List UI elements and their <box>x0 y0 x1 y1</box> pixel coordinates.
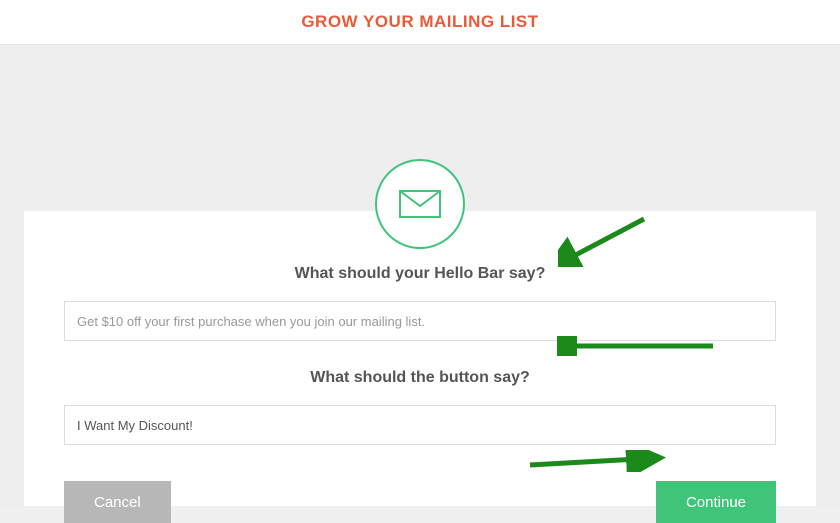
form-card: What should your Hello Bar say? What sho… <box>24 211 816 506</box>
field-group-message: What should your Hello Bar say? <box>64 265 776 341</box>
message-question-label: What should your Hello Bar say? <box>64 265 776 283</box>
button-row: Cancel Continue <box>64 481 776 523</box>
page-title: GROW YOUR MAILING LIST <box>301 12 538 32</box>
button-text-input[interactable] <box>64 405 776 445</box>
continue-button[interactable]: Continue <box>656 481 776 523</box>
button-text-question-label: What should the button say? <box>64 369 776 387</box>
cancel-button[interactable]: Cancel <box>64 481 171 523</box>
field-group-button-text: What should the button say? <box>64 369 776 445</box>
goal-icon-circle <box>375 159 465 249</box>
content-area: What should your Hello Bar say? What sho… <box>0 45 840 506</box>
header-band: GROW YOUR MAILING LIST <box>0 0 840 45</box>
message-input[interactable] <box>64 301 776 341</box>
envelope-icon <box>399 190 441 218</box>
